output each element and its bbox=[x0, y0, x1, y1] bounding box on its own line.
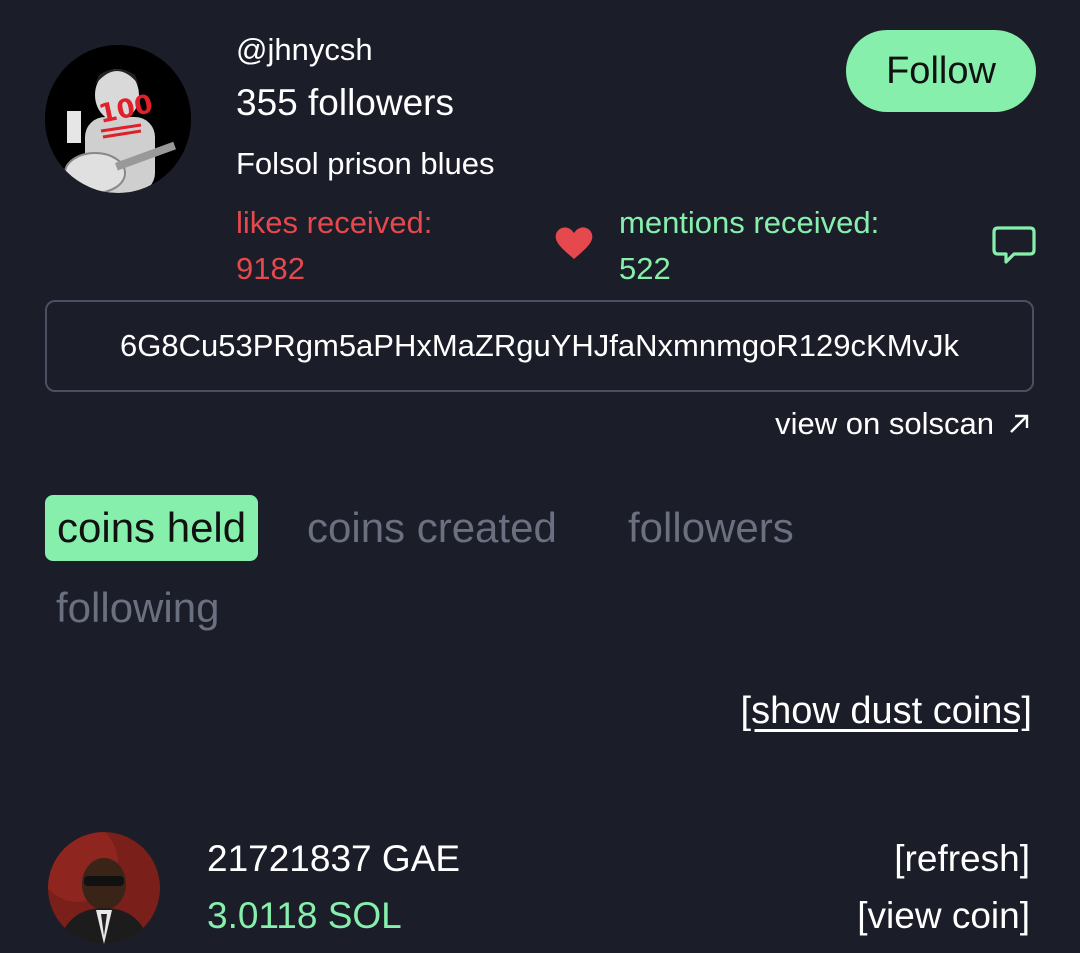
chat-bubble-icon bbox=[992, 226, 1036, 264]
solscan-label: view on solscan bbox=[775, 406, 994, 441]
mentions-value: 522 bbox=[619, 251, 671, 286]
tab-followers[interactable]: followers bbox=[628, 504, 794, 552]
profile-bio: Folsol prison blues bbox=[236, 146, 495, 181]
view-on-solscan-link[interactable]: view on solscan bbox=[775, 406, 1030, 442]
followers-count: 355 followers bbox=[236, 82, 455, 123]
show-dust-coins-link[interactable]: [show dust coins] bbox=[741, 690, 1032, 733]
likes-value: 9182 bbox=[236, 251, 305, 286]
follow-button[interactable]: Follow bbox=[846, 30, 1036, 112]
coin-avatar[interactable] bbox=[48, 832, 160, 944]
mentions-received: mentions received: 522 bbox=[619, 200, 879, 292]
tab-coins-created[interactable]: coins created bbox=[307, 504, 557, 552]
arrow-up-right-icon bbox=[1010, 414, 1029, 433]
username: @jhnycsh bbox=[236, 32, 373, 67]
heart-icon bbox=[555, 227, 593, 259]
tab-following[interactable]: following bbox=[56, 584, 219, 632]
view-coin-link[interactable]: [view coin] bbox=[857, 895, 1030, 937]
refresh-coin-link[interactable]: [refresh] bbox=[894, 838, 1030, 880]
tab-coins-held[interactable]: coins held bbox=[45, 495, 259, 561]
coin-sol-value: 3.0118 SOL bbox=[207, 895, 402, 936]
coin-amount: 21721837 GAE bbox=[207, 838, 461, 879]
wallet-address-field[interactable]: 6G8Cu53PRgm5aPHxMaZRguYHJfaNxmnmgoR129cK… bbox=[45, 300, 1034, 392]
mentions-label: mentions received: bbox=[619, 205, 880, 240]
likes-label: likes received: bbox=[236, 205, 433, 240]
likes-received: likes received: 9182 bbox=[236, 200, 432, 292]
profile-page: 100 @jhnycsh 355 followers Folsol prison… bbox=[0, 0, 1080, 953]
profile-avatar: 100 bbox=[45, 45, 191, 193]
